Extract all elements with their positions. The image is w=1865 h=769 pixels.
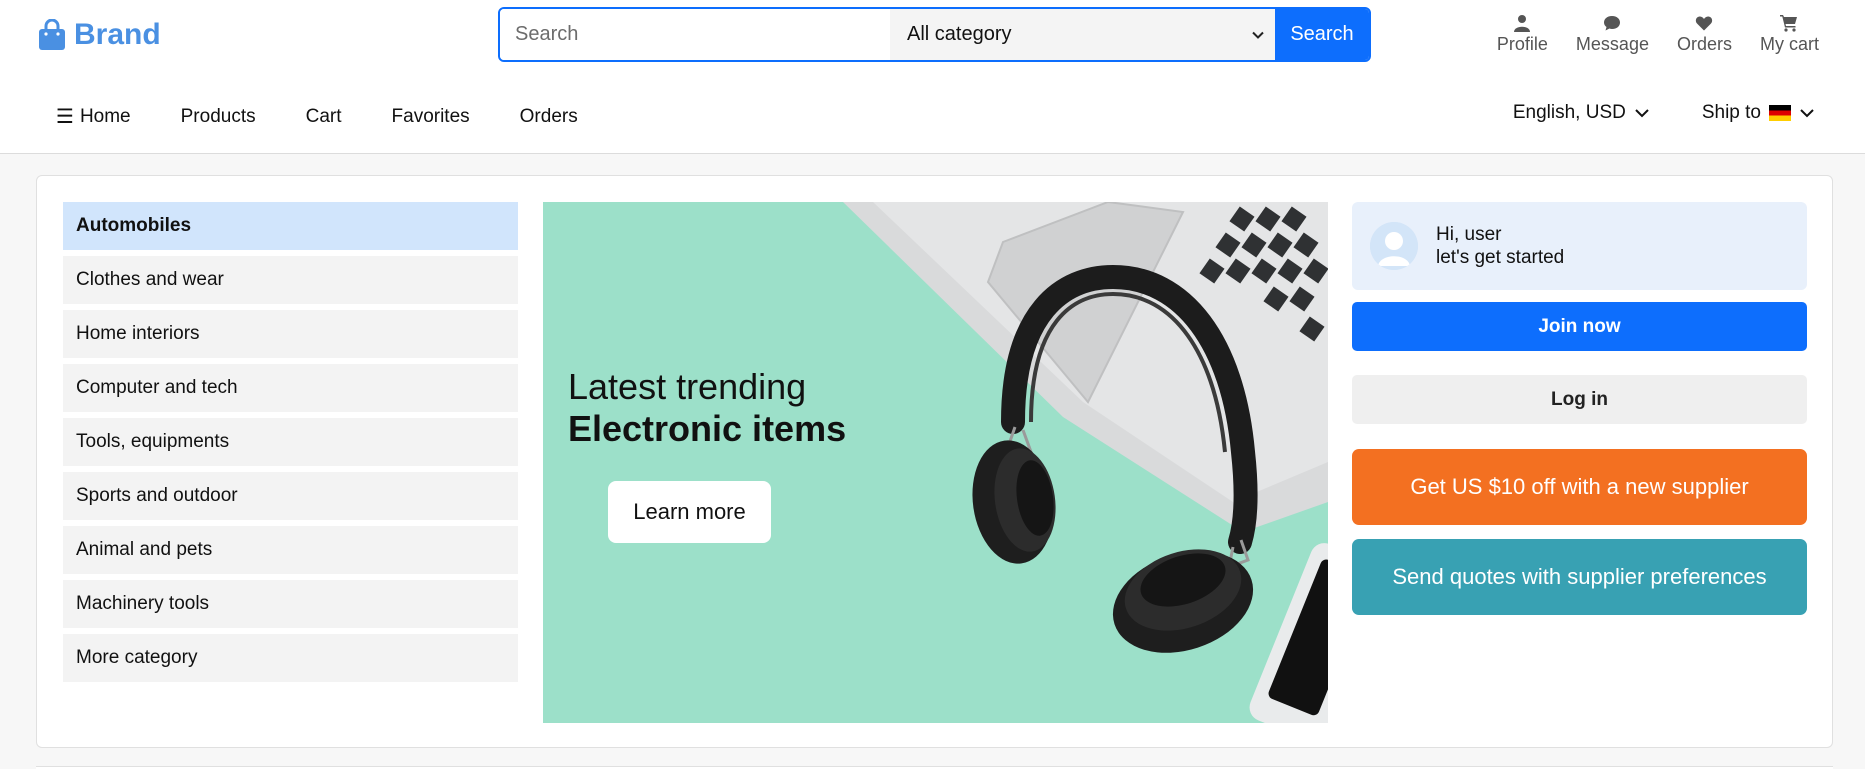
profile-label: Profile bbox=[1496, 34, 1548, 54]
top-header: Brand All category Search Profile Messag… bbox=[0, 0, 1865, 154]
nav-products[interactable]: Products bbox=[181, 106, 256, 128]
chevron-down-icon bbox=[1635, 109, 1649, 118]
nav-favorites[interactable]: Favorites bbox=[392, 106, 470, 128]
category-item-more[interactable]: More category bbox=[63, 634, 518, 682]
category-select-value: All category bbox=[907, 23, 1012, 45]
orders-action[interactable]: Orders bbox=[1663, 14, 1746, 55]
category-item-sports[interactable]: Sports and outdoor bbox=[63, 472, 518, 520]
category-item-animals[interactable]: Animal and pets bbox=[63, 526, 518, 574]
hero-section: Automobiles Clothes and wear Home interi… bbox=[36, 175, 1833, 748]
menu-icon: ☰ bbox=[56, 106, 74, 128]
heart-icon bbox=[1696, 16, 1713, 31]
nav-cart[interactable]: Cart bbox=[306, 106, 342, 128]
greeting-card: Hi, user let's get started bbox=[1352, 202, 1807, 290]
search-input[interactable] bbox=[500, 9, 890, 60]
main-nav: ☰ Home Products Cart Favorites Orders En… bbox=[0, 80, 1865, 154]
shopping-bag-icon bbox=[39, 19, 65, 50]
headphones-laptop-image bbox=[843, 202, 1328, 723]
learn-more-button[interactable]: Learn more bbox=[608, 481, 771, 543]
category-item-computer-tech[interactable]: Computer and tech bbox=[63, 364, 518, 412]
cart-icon bbox=[1780, 15, 1798, 32]
profile-action[interactable]: Profile bbox=[1483, 14, 1562, 55]
chevron-down-icon bbox=[1252, 31, 1264, 39]
language-currency-dropdown[interactable]: English, USD bbox=[1513, 102, 1650, 124]
join-now-button[interactable]: Join now bbox=[1352, 302, 1807, 351]
user-icon bbox=[1514, 15, 1531, 32]
message-icon bbox=[1604, 16, 1621, 31]
search-bar: All category Search bbox=[498, 7, 1371, 62]
cart-action[interactable]: My cart bbox=[1746, 14, 1833, 55]
category-item-automobiles[interactable]: Automobiles bbox=[63, 202, 518, 250]
message-action[interactable]: Message bbox=[1562, 14, 1663, 55]
ship-to-dropdown[interactable]: Ship to bbox=[1702, 102, 1815, 124]
greeting-text: Hi, user let's get started bbox=[1436, 223, 1564, 269]
germany-flag-icon bbox=[1769, 105, 1791, 121]
brand-logo[interactable]: Brand bbox=[38, 16, 161, 54]
user-side-panel: Hi, user let's get started Join now Log … bbox=[1352, 202, 1807, 615]
nav-orders[interactable]: Orders bbox=[520, 106, 578, 128]
nav-home[interactable]: ☰ Home bbox=[56, 104, 131, 129]
banner-heading-line1: Latest trending bbox=[568, 366, 807, 407]
log-in-button[interactable]: Log in bbox=[1352, 375, 1807, 424]
greeting-line1: Hi, user bbox=[1436, 224, 1502, 245]
user-avatar-icon bbox=[1370, 222, 1418, 270]
search-button[interactable]: Search bbox=[1275, 9, 1369, 60]
category-item-home-interiors[interactable]: Home interiors bbox=[63, 310, 518, 358]
cart-label: My cart bbox=[1759, 34, 1819, 54]
category-list: Automobiles Clothes and wear Home interi… bbox=[63, 202, 518, 688]
banner-heading-line2: Electronic items bbox=[568, 408, 847, 449]
category-item-clothes[interactable]: Clothes and wear bbox=[63, 256, 518, 304]
send-quotes-button[interactable]: Send quotes with supplier preferences bbox=[1352, 539, 1807, 615]
header-actions: Profile Message Orders My cart bbox=[1483, 14, 1833, 55]
category-item-machinery[interactable]: Machinery tools bbox=[63, 580, 518, 628]
nav-links: ☰ Home Products Cart Favorites Orders bbox=[56, 104, 628, 129]
greeting-line2: let's get started bbox=[1436, 247, 1565, 268]
avatar bbox=[1370, 222, 1418, 270]
supplier-offer-button[interactable]: Get US $10 off with a new supplier bbox=[1352, 449, 1807, 525]
banner-heading: Latest trending Electronic items bbox=[568, 366, 846, 450]
language-currency-label: English, USD bbox=[1512, 102, 1626, 123]
ship-to-label: Ship to bbox=[1701, 102, 1761, 123]
brand-name: Brand bbox=[74, 18, 161, 51]
chevron-down-icon bbox=[1800, 109, 1814, 118]
nav-right: English, USD Ship to bbox=[1513, 102, 1815, 124]
promo-banner: Latest trending Electronic items Learn m… bbox=[543, 202, 1328, 723]
orders-label: Orders bbox=[1676, 34, 1732, 54]
message-label: Message bbox=[1575, 34, 1649, 54]
nav-home-label: Home bbox=[79, 105, 131, 127]
category-item-tools[interactable]: Tools, equipments bbox=[63, 418, 518, 466]
category-select[interactable]: All category bbox=[890, 9, 1275, 60]
